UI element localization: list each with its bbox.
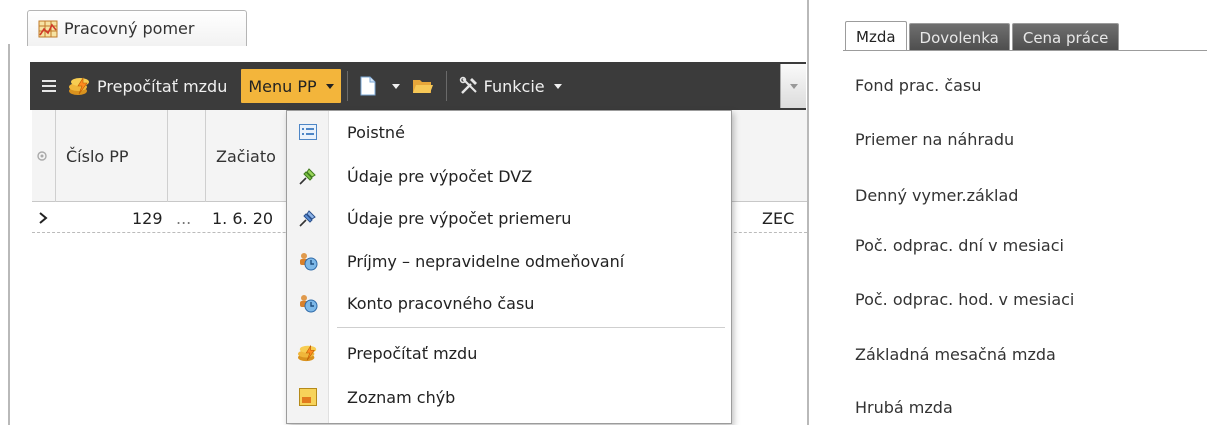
menu-item-prepocitat[interactable]: Prepočítať mzdu [287,336,731,370]
chevron-down-icon [789,83,798,89]
menu-item-label: Poistné [347,122,405,142]
left-panel-border [8,44,10,425]
right-tabs: Mzda Dovolenka Cena práce [845,21,1121,51]
chevron-down-icon [553,83,562,89]
cell-zaciatok: 1. 6. 20 [212,208,274,228]
coins-lightning-icon [298,344,317,362]
functions-button[interactable]: Funkcie [453,62,568,110]
menu-separator [337,327,725,328]
column-header-cislo-pp[interactable]: Číslo PP [56,110,168,202]
menu-pp-dropdown: Poistné Údaje pre výpočet DVZ Údaje pre … [286,110,732,424]
menu-button[interactable] [30,62,62,110]
menu-item-udaje-priemeru[interactable]: Údaje pre výpočet priemeru [287,201,731,235]
toolbar-overflow-button[interactable] [780,64,806,108]
menu-item-label: Údaje pre výpočet DVZ [347,166,533,186]
cell-cislo-pp: 129 [132,208,163,228]
users-clock-icon [300,295,318,313]
field-denny-vymer-zaklad: Denný vymer.základ [855,186,1019,205]
column-header-label: Začiato [216,146,276,166]
new-document-dropdown[interactable] [382,62,406,110]
grid-map-icon [38,20,58,37]
tab-cena-prace[interactable]: Cena práce [1011,23,1120,51]
gear-icon [37,151,47,161]
chevron-down-icon [391,83,400,89]
recalc-wage-label: Prepočítať mzdu [97,76,228,96]
column-settings[interactable] [32,110,56,202]
cell-ellipsis: ... [176,208,192,228]
document-tab-label: Pracovný pomer [64,19,195,38]
hamburger-icon [42,80,56,92]
column-header-label: Číslo PP [66,146,129,166]
field-poc-odprac-hod: Poč. odprac. hod. v mesiaci [855,290,1075,309]
field-fond-prac-casu: Fond prac. času [855,76,982,95]
users-clock-icon [300,253,318,271]
splitter-left[interactable] [807,0,809,425]
pin-green-icon [299,168,316,185]
pin-blue-icon [299,210,316,227]
menu-item-prijmy[interactable]: Príjmy – nepravidelne odmeňovaní [287,244,731,278]
menu-item-poistne[interactable]: Poistné [287,115,731,149]
toolbar: Prepočítať mzdu Menu PP Funkcie [30,62,806,110]
chevron-down-icon [325,83,334,89]
recalc-wage-button[interactable]: Prepočítať mzdu [62,62,233,110]
menu-item-konto[interactable]: Konto pracovného času [287,286,731,320]
menu-item-label: Príjmy – nepravidelne odmeňovaní [347,251,625,271]
cell-trailing: ZEC [762,208,795,228]
menu-pp-button[interactable]: Menu PP [241,69,341,103]
menu-item-label: Zoznam chýb [347,387,456,407]
menu-item-zoznam-chyb[interactable]: Zoznam chýb [287,380,731,414]
folder-open-icon [412,80,433,93]
menu-item-udaje-dvz[interactable]: Údaje pre výpočet DVZ [287,159,731,193]
error-list-icon [299,388,317,406]
tab-mzda[interactable]: Mzda [845,21,907,51]
menu-item-label: Prepočítať mzdu [347,343,478,363]
tools-icon [459,76,477,94]
tab-underline [843,50,1207,51]
tab-dovolenka[interactable]: Dovolenka [908,23,1010,51]
field-hruba-mzda: Hrubá mzda [855,398,953,417]
menu-item-label: Konto pracovného času [347,293,535,313]
field-poc-odprac-dni: Poč. odprac. dní v mesiaci [855,236,1064,255]
column-header-blank[interactable] [168,110,206,202]
open-folder-button[interactable] [406,62,440,110]
coins-lightning-icon [69,76,89,95]
document-tab[interactable]: Pracovný pomer [27,10,247,46]
toolbar-separator [445,71,447,101]
tab-label: Cena práce [1022,28,1109,47]
menu-item-label: Údaje pre výpočet priemeru [347,208,572,228]
new-document-button[interactable] [354,62,382,110]
toolbar-separator [346,71,348,101]
tab-label: Dovolenka [919,28,999,47]
field-priemer-na-nahradu: Priemer na náhradu [855,130,1015,149]
field-zakladna-mesacna-mzda: Základná mesačná mzda [855,345,1056,364]
new-document-icon [360,76,376,96]
list-icon [299,124,317,140]
row-indicator-icon [38,203,48,233]
menu-pp-label: Menu PP [248,76,317,96]
tab-label: Mzda [856,27,896,46]
functions-label: Funkcie [483,76,545,96]
